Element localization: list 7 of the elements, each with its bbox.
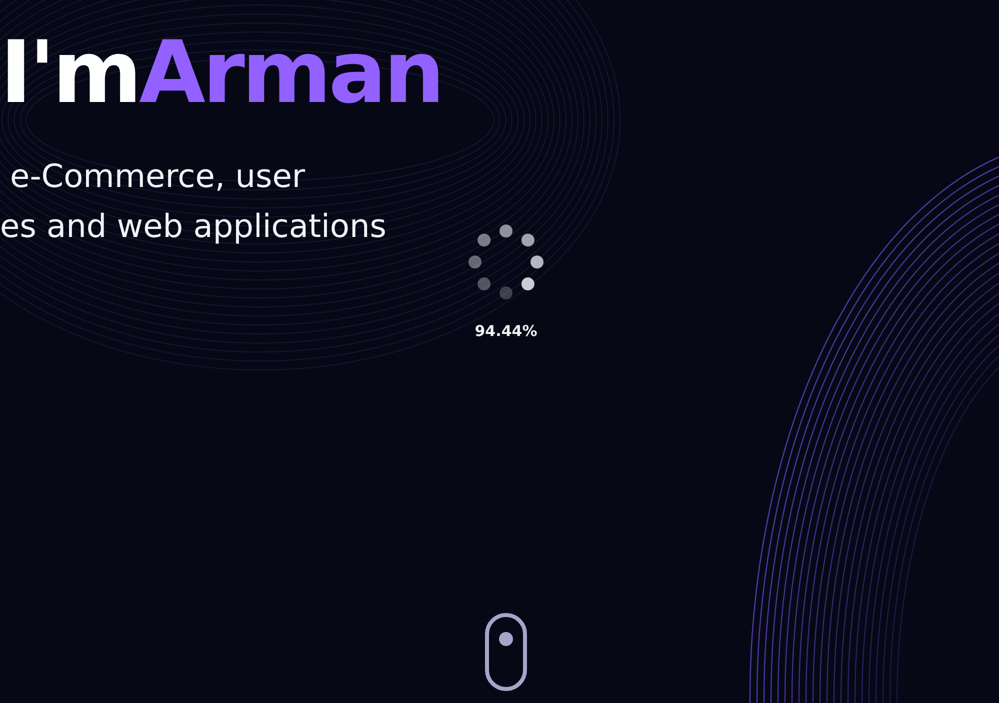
name-text: Arman xyxy=(138,23,442,123)
subtitle-text: e-Commerce, user xyxy=(9,156,306,198)
scroll-mouse-icon xyxy=(484,612,528,692)
greeting-text: I'm xyxy=(0,23,139,123)
loading-spinner-icon xyxy=(466,222,546,302)
loading-percent: 94.44% xyxy=(474,322,538,340)
subtitle-text: es and web applications xyxy=(0,206,388,248)
